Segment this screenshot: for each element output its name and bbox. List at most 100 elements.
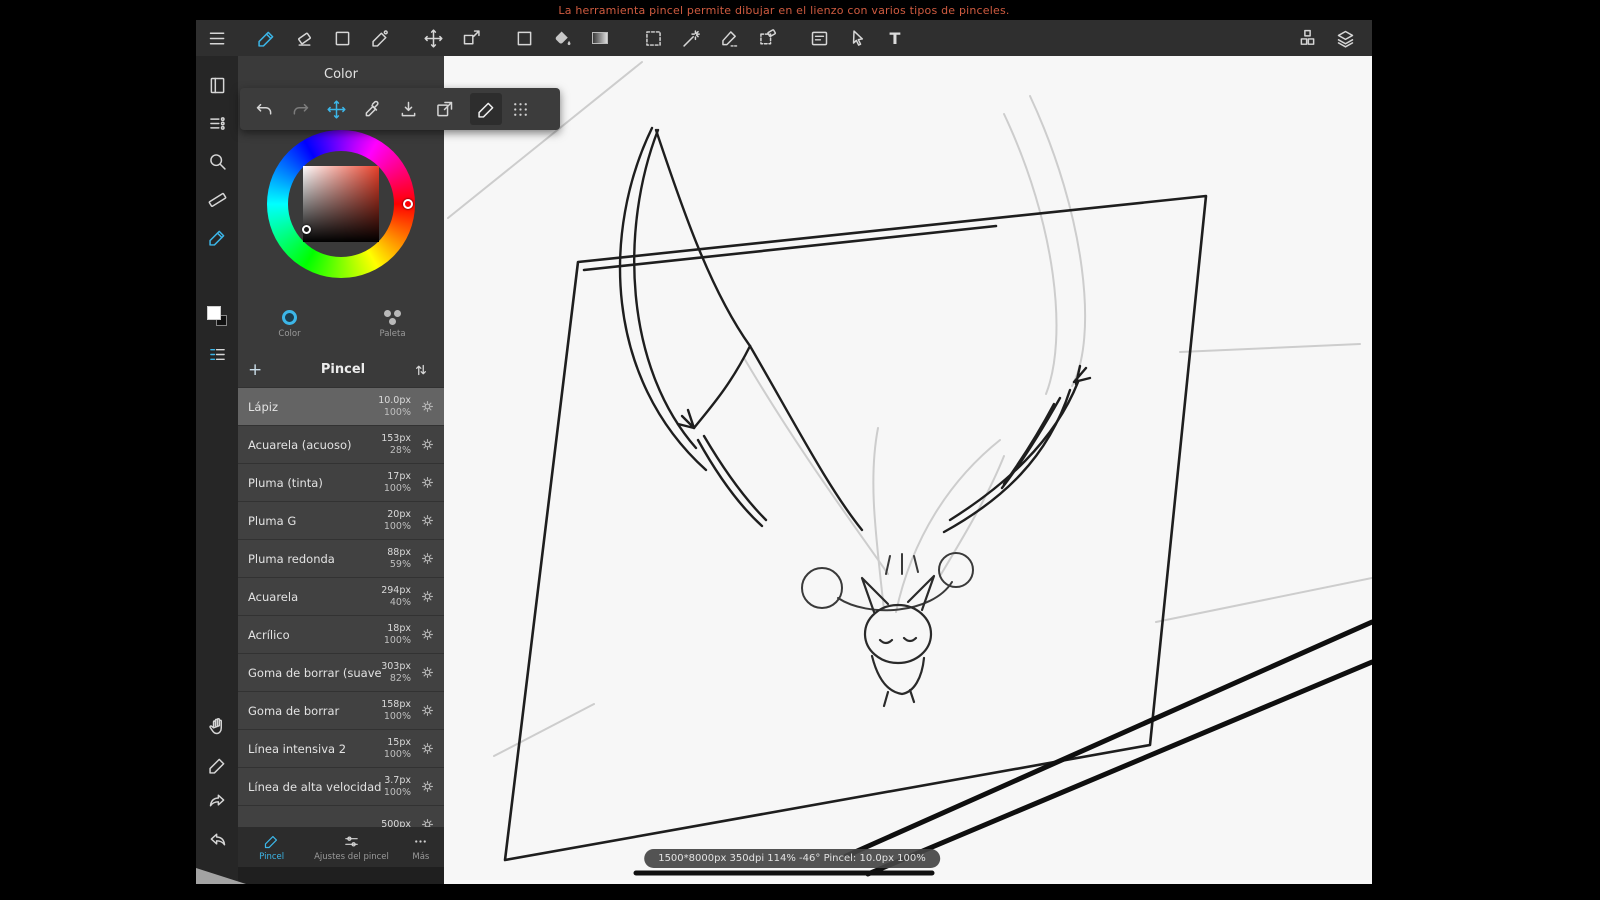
decor-brush-tool-button[interactable] [361, 20, 399, 56]
toolbar-right-group [1288, 20, 1364, 56]
brush-opacity: 100% [384, 483, 411, 495]
move-tool-button[interactable] [414, 20, 452, 56]
canvas[interactable]: 1500*8000px 350dpi 114% -46° Pincel: 10.… [444, 56, 1372, 884]
save-icon[interactable] [390, 88, 426, 130]
hue-marker[interactable] [403, 199, 413, 209]
layers-panel-button[interactable] [1326, 20, 1364, 56]
brush-settings-gear-icon[interactable] [415, 737, 439, 761]
tab-paleta[interactable]: Paleta [341, 296, 444, 352]
cursor-tool-button[interactable] [838, 20, 876, 56]
sv-marker[interactable] [302, 225, 311, 234]
brush-opacity: 100% [384, 787, 411, 799]
brush-name: Pluma G [248, 514, 384, 528]
brush-opacity: 82% [390, 673, 411, 685]
brush-size: 294px [381, 585, 411, 597]
pen-select-button[interactable] [710, 20, 748, 56]
brush-opacity: 100% [384, 521, 411, 533]
brush-name: Lápiz [248, 400, 378, 414]
brush-row[interactable]: Pluma G 20px 100% [238, 502, 444, 540]
brush-row[interactable]: Pluma redonda 88px 59% [238, 540, 444, 578]
transform-tool-button[interactable] [452, 20, 490, 56]
brush-name: Goma de borrar (suave) [248, 666, 381, 680]
brush-settings-gear-icon[interactable] [415, 661, 439, 685]
hue-wheel[interactable] [267, 130, 415, 278]
brush-settings-gear-icon[interactable] [415, 395, 439, 419]
brush-size: 20px [387, 509, 411, 521]
brush-size: 17px [387, 471, 411, 483]
magic-wand-button[interactable] [672, 20, 710, 56]
transform-move-icon[interactable] [318, 88, 354, 130]
brush-settings-gear-icon[interactable] [415, 813, 439, 828]
brush-tool-button[interactable] [247, 20, 285, 56]
export-icon[interactable] [426, 88, 462, 130]
color-chip[interactable] [204, 303, 230, 329]
brush-row[interactable]: Acuarela 294px 40% [238, 578, 444, 616]
brush-opacity: 28% [390, 445, 411, 457]
tab-mas[interactable]: Más [398, 827, 444, 867]
zoom-icon[interactable] [204, 148, 230, 174]
hand-icon[interactable] [204, 713, 230, 739]
brush-row[interactable]: Lápiz 10.0px 100% [238, 388, 444, 426]
eraser-tool-button[interactable] [285, 20, 323, 56]
sort-brushes-button[interactable] [412, 361, 434, 379]
brush-list: Lápiz 10.0px 100% Acuarela (acuoso) [238, 388, 444, 827]
brush-settings-gear-icon[interactable] [415, 509, 439, 533]
ruler-icon[interactable] [204, 186, 230, 212]
brush-settings-gear-icon[interactable] [415, 585, 439, 609]
brush-row[interactable]: Acrílico 18px 100% [238, 616, 444, 654]
brush-name: Acuarela (acuoso) [248, 438, 381, 452]
gradient-tool-button[interactable] [581, 20, 619, 56]
select-eraser-button[interactable] [748, 20, 786, 56]
saturation-value-square[interactable] [303, 166, 379, 242]
brush-settings-gear-icon[interactable] [415, 699, 439, 723]
brush-name: Pluma redonda [248, 552, 387, 566]
text-tool-button[interactable]: T [876, 20, 914, 56]
eyedropper-icon[interactable] [354, 88, 390, 130]
brush-opacity: 100% [384, 711, 411, 723]
brush-values: 10.0px 100% [378, 395, 411, 419]
brush-row[interactable]: Goma de borrar (suave) 303px 82% [238, 654, 444, 692]
brush-opacity: 59% [390, 559, 411, 571]
share-icon[interactable] [204, 787, 230, 813]
book-icon[interactable] [204, 72, 230, 98]
select-tool-button[interactable] [634, 20, 672, 56]
brush-opacity: 100% [384, 635, 411, 647]
tab-pincel[interactable]: Pincel [238, 827, 305, 867]
filter-panel-button[interactable] [800, 20, 838, 56]
brush-size: 158px [381, 699, 411, 711]
panel-config-icon[interactable] [204, 110, 230, 136]
layer-list-icon[interactable] [204, 341, 230, 367]
color-panel-tabs: Color Paleta [238, 296, 444, 352]
redo-icon[interactable] [282, 88, 318, 130]
pen-mode-button[interactable] [470, 93, 502, 125]
brush-row[interactable]: Goma de borrar 158px 100% [238, 692, 444, 730]
color-wheel-area [238, 126, 444, 296]
add-brush-button[interactable]: + [248, 360, 274, 380]
brush-settings-gear-icon[interactable] [415, 471, 439, 495]
brush-settings-gear-icon[interactable] [415, 547, 439, 571]
current-color-chip[interactable] [505, 20, 543, 56]
paleta-tab-label: Paleta [379, 329, 405, 339]
brush-settings-gear-icon[interactable] [415, 433, 439, 457]
floating-toolbar [240, 88, 560, 130]
brush-values: 15px 100% [384, 737, 411, 761]
brush-settings-gear-icon[interactable] [415, 623, 439, 647]
grid-icon[interactable] [502, 88, 538, 130]
brush-icon[interactable] [204, 224, 230, 250]
brush-row[interactable]: Línea de alta velocidad 3.7px 100% [238, 768, 444, 806]
undo-icon[interactable] [204, 826, 230, 852]
material-panel-button[interactable] [1288, 20, 1326, 56]
shape-tool-button[interactable] [323, 20, 361, 56]
brush-settings-gear-icon[interactable] [415, 775, 439, 799]
bucket-fill-button[interactable] [543, 20, 581, 56]
brush-row[interactable]: Línea intensiva 2 15px 100% [238, 730, 444, 768]
brush-row[interactable]: Pluma (tinta) 17px 100% [238, 464, 444, 502]
pen-icon[interactable] [204, 752, 230, 778]
tab-ajustes-del-pincel[interactable]: Ajustes del pincel [305, 827, 397, 867]
brush-row[interactable]: 500px [238, 806, 444, 827]
undo-icon[interactable] [246, 88, 282, 130]
menu-icon[interactable] [196, 20, 238, 56]
tab-color[interactable]: Color [238, 296, 341, 352]
brush-size: 15px [387, 737, 411, 749]
brush-row[interactable]: Acuarela (acuoso) 153px 28% [238, 426, 444, 464]
